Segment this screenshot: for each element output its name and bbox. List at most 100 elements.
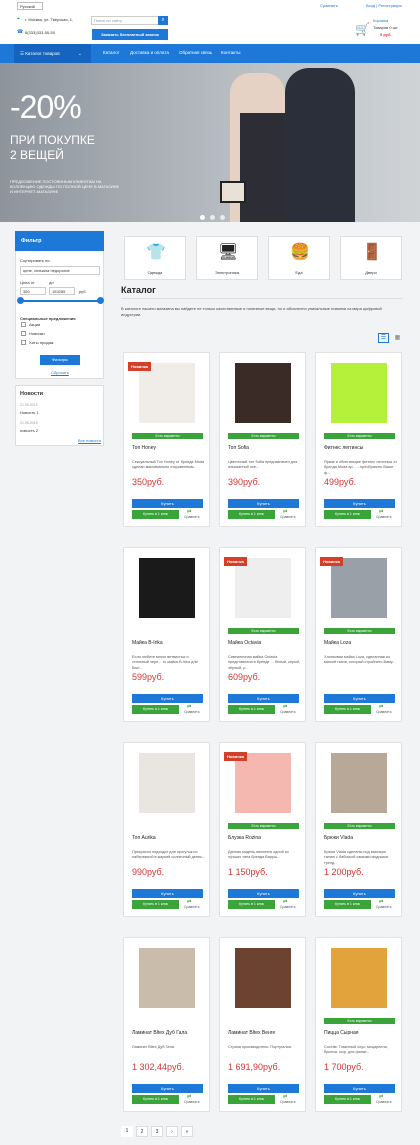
- product-name[interactable]: Ламинат Bltex Дуб Гала: [132, 1030, 187, 1036]
- buy-button[interactable]: Купить: [228, 889, 299, 898]
- product-name[interactable]: Брюки Vlada: [324, 835, 353, 841]
- compare-link[interactable]: Сравнить: [184, 1100, 200, 1104]
- product-card[interactable]: Топ Aurika Прекрасно подходит для прогуло…: [123, 742, 210, 917]
- category-electronics[interactable]: 🖥 Электроника: [196, 236, 258, 280]
- one-click-buy-button[interactable]: Купить в 1 клик: [324, 510, 371, 519]
- compare-link[interactable]: Сравнить: [280, 515, 296, 519]
- product-image[interactable]: [235, 363, 291, 423]
- product-card[interactable]: Ламинат Bltex Дуб Гала Ламинат Bltex Дуб …: [123, 937, 210, 1112]
- product-image[interactable]: [139, 558, 195, 618]
- checkbox-sales[interactable]: [21, 322, 26, 327]
- buy-button[interactable]: Купить: [324, 1084, 395, 1093]
- product-name[interactable]: Блузка Rozina: [228, 835, 261, 841]
- slider-dot-1[interactable]: [200, 215, 205, 220]
- product-card[interactable]: Есть варианты Топ Sofia Цветочный топ Sofi…: [219, 352, 306, 527]
- buy-button[interactable]: Купить: [324, 889, 395, 898]
- buy-button[interactable]: Купить: [228, 694, 299, 703]
- reset-filter-link[interactable]: Сбросить: [51, 370, 69, 375]
- product-card[interactable]: Новинка Есть варианты Топ Honey Сексуальный…: [123, 352, 210, 527]
- product-image[interactable]: [331, 558, 387, 618]
- product-name[interactable]: Майка Loza: [324, 640, 351, 646]
- buy-button[interactable]: Купить: [132, 694, 203, 703]
- nav-item-feedback[interactable]: Обратная связь: [179, 50, 212, 55]
- price-from-input[interactable]: 350: [20, 287, 46, 295]
- product-card[interactable]: Майка B-Irika Если любите много ветвистых…: [123, 547, 210, 722]
- news-item-1[interactable]: Новость 1: [20, 410, 39, 415]
- compare-link[interactable]: Сравнить: [280, 905, 296, 909]
- news-item-2[interactable]: новость 2: [20, 428, 38, 433]
- page-link-1[interactable]: 1: [121, 1126, 133, 1137]
- one-click-buy-button[interactable]: Купить в 1 клик: [228, 1095, 275, 1104]
- compare-link[interactable]: Сравнить: [184, 905, 200, 909]
- product-card[interactable]: Есть варианты Фитнес леггинсы Яркие и обле…: [315, 352, 402, 527]
- product-card[interactable]: Новинка Есть варианты Майка Octavia Симпати…: [219, 547, 306, 722]
- checkbox-hits[interactable]: [21, 340, 26, 345]
- login-link[interactable]: Вход | Регистрация: [366, 3, 402, 8]
- compare-link[interactable]: Сравнить: [280, 1100, 296, 1104]
- page-link-2[interactable]: 2: [136, 1126, 148, 1137]
- compare-link[interactable]: Сравнить: [376, 1100, 392, 1104]
- one-click-buy-button[interactable]: Купить в 1 клик: [228, 900, 275, 909]
- product-card[interactable]: Есть варианты Брюки Vlada Брюки Vlada сдел…: [315, 742, 402, 917]
- one-click-buy-button[interactable]: Купить в 1 клик: [228, 705, 275, 714]
- product-image[interactable]: [235, 558, 291, 618]
- product-name[interactable]: Фитнес леггинсы: [324, 445, 363, 451]
- slider-dot-2[interactable]: [210, 215, 215, 220]
- product-name[interactable]: Ламинат Bltex Венге: [228, 1030, 275, 1036]
- one-click-buy-button[interactable]: Купить в 1 клик: [324, 705, 371, 714]
- product-image[interactable]: [235, 948, 291, 1008]
- one-click-buy-button[interactable]: Купить в 1 клик: [324, 900, 371, 909]
- cart-icon[interactable]: 🛒: [355, 22, 370, 36]
- compare-link[interactable]: Сравнить: [376, 515, 392, 519]
- product-image[interactable]: [331, 363, 387, 423]
- category-clothes[interactable]: 👕 Одежда: [124, 236, 186, 280]
- all-news-link[interactable]: Все новости: [78, 438, 101, 443]
- price-range-track[interactable]: [20, 300, 100, 302]
- product-image[interactable]: [139, 363, 195, 423]
- nav-item-contacts[interactable]: Контакты: [221, 50, 240, 55]
- product-card[interactable]: Новинка Есть варианты Блузка Rozina Данная …: [219, 742, 306, 917]
- next-page-button[interactable]: ›: [166, 1126, 178, 1137]
- last-page-button[interactable]: »: [181, 1126, 193, 1137]
- one-click-buy-button[interactable]: Купить в 1 клик: [228, 510, 275, 519]
- product-name[interactable]: Пицца Сырная: [324, 1030, 359, 1036]
- price-range-max-handle[interactable]: [97, 297, 104, 304]
- product-image[interactable]: [139, 948, 195, 1008]
- one-click-buy-button[interactable]: Купить в 1 клик: [132, 705, 179, 714]
- buy-button[interactable]: Купить: [132, 499, 203, 508]
- compare-link[interactable]: Сравнить: [184, 515, 200, 519]
- product-card[interactable]: Новинка Есть варианты Майка Loza Хлопковая …: [315, 547, 402, 722]
- apply-filter-button[interactable]: Фильтры: [40, 355, 80, 365]
- product-image[interactable]: [235, 753, 291, 813]
- login-link-text[interactable]: Вход: [366, 3, 375, 8]
- hero-banner[interactable]: -20% ПРИ ПОКУПКЕ 2 ВЕЩЕЙ ПРЕДЛОЖЕНИЕ ПОС…: [0, 63, 420, 222]
- category-food[interactable]: 🍔 Еда: [268, 236, 330, 280]
- product-image[interactable]: [331, 948, 387, 1008]
- catalog-menu-button[interactable]: ☰ Каталог товаров ⌄: [14, 44, 91, 63]
- compare-link[interactable]: Сравнить: [376, 905, 392, 909]
- buy-button[interactable]: Купить: [324, 499, 395, 508]
- product-card[interactable]: Есть варианты Пицца Сырная Состав: Томатны…: [315, 937, 402, 1112]
- nav-item-catalog[interactable]: Каталог: [103, 50, 119, 55]
- compare-link[interactable]: Сравнить: [280, 710, 296, 714]
- product-name[interactable]: Майка B-Irika: [132, 640, 163, 646]
- one-click-buy-button[interactable]: Купить в 1 клик: [324, 1095, 371, 1104]
- product-name[interactable]: Топ Honey: [132, 445, 156, 451]
- buy-button[interactable]: Купить: [228, 499, 299, 508]
- buy-button[interactable]: Купить: [132, 889, 203, 898]
- page-link-3[interactable]: 3: [151, 1126, 163, 1137]
- product-name[interactable]: Майка Octavia: [228, 640, 261, 646]
- order-call-button[interactable]: Заказать бесплатный звонок: [92, 29, 168, 40]
- buy-button[interactable]: Купить: [324, 694, 395, 703]
- product-card[interactable]: Ламинат Bltex Венге Страна производитель:…: [219, 937, 306, 1112]
- cart-title[interactable]: Корзина: [373, 18, 388, 23]
- buy-button[interactable]: Купить: [132, 1084, 203, 1093]
- search-button[interactable]: ⌕: [158, 16, 168, 25]
- list-view-icon[interactable]: ☰: [378, 333, 389, 343]
- nav-item-delivery[interactable]: Доставка и оплата: [130, 50, 169, 55]
- checkbox-new[interactable]: [21, 331, 26, 336]
- header-compare-link[interactable]: Сравнить: [320, 3, 338, 8]
- sort-select[interactable]: цене, сначала недорогие: [20, 266, 100, 275]
- search-input[interactable]: Поиск по сайту: [91, 16, 161, 25]
- one-click-buy-button[interactable]: Купить в 1 клик: [132, 900, 179, 909]
